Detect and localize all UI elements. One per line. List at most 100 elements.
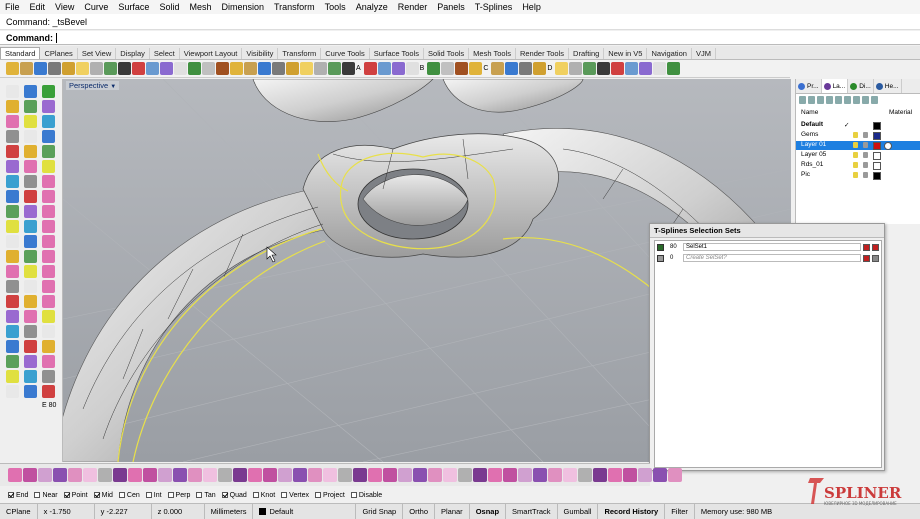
move-to-parent-icon[interactable] (844, 96, 851, 104)
tspline-tool-15-icon[interactable] (233, 468, 247, 482)
tspline-tool-23-icon[interactable] (353, 468, 367, 482)
text-icon[interactable] (6, 310, 19, 323)
dimension-icon[interactable] (42, 160, 55, 173)
status-toggle-gumball[interactable]: Gumball (558, 504, 599, 519)
osnap-cen[interactable]: Cen (118, 492, 140, 499)
tab-transform[interactable]: Transform (278, 48, 322, 59)
menu-curve[interactable]: Curve (79, 2, 113, 12)
status-toggle-planar[interactable]: Planar (435, 504, 470, 519)
tspline-tool-35-icon[interactable] (533, 468, 547, 482)
polyline-icon[interactable] (42, 85, 55, 98)
ellipse-icon[interactable] (6, 385, 19, 398)
open-file-icon[interactable] (20, 62, 33, 75)
new-file-icon[interactable] (6, 62, 19, 75)
osnap-checkbox[interactable] (34, 492, 41, 498)
tspline-tool-32-icon[interactable] (488, 468, 502, 482)
menu-edit[interactable]: Edit (25, 2, 51, 12)
ellipse-icon[interactable] (6, 295, 19, 308)
tspline-tool-39-icon[interactable] (593, 468, 607, 482)
osnap-quad[interactable]: Quad (221, 492, 247, 499)
osnap-disable[interactable]: Disable (350, 492, 382, 499)
toolbar-tool-26-icon[interactable] (377, 62, 391, 75)
boolean-icon[interactable] (42, 145, 55, 158)
line-icon[interactable] (24, 175, 37, 188)
layer-row[interactable]: Layer 01 (796, 141, 920, 150)
line-icon[interactable] (24, 265, 37, 278)
box-icon[interactable] (6, 145, 19, 158)
tspline-tool-43-icon[interactable] (653, 468, 667, 482)
osnap-checkbox[interactable] (63, 492, 70, 498)
layer-color-swatch[interactable] (873, 132, 881, 140)
tspline-tool-14-icon[interactable] (218, 468, 232, 482)
zoom-selected-icon[interactable] (202, 62, 215, 75)
tspline-tool-20-icon[interactable] (308, 468, 322, 482)
copy-icon[interactable] (90, 62, 103, 75)
layer-color-swatch[interactable] (873, 162, 881, 170)
lock-icon[interactable] (863, 152, 868, 158)
polygon-icon[interactable] (42, 115, 55, 128)
layer-row[interactable]: Pic (796, 171, 920, 180)
select-set-button-icon[interactable] (863, 244, 870, 251)
osnap-perp[interactable]: Perp (167, 492, 190, 499)
selection-set-row[interactable]: 0 Create SelSet? (655, 254, 881, 264)
selection-set-checkbox[interactable] (657, 255, 664, 262)
polygon-icon[interactable] (42, 295, 55, 308)
viewport-menu-arrow-icon[interactable]: ▼ (110, 84, 116, 90)
box-icon[interactable] (6, 235, 19, 248)
toolbar-tool-25-icon[interactable] (363, 62, 377, 75)
toolbar-tool-29-icon[interactable] (427, 62, 441, 75)
osnap-checkbox[interactable] (167, 492, 174, 498)
circle-icon[interactable] (24, 100, 37, 113)
menu-t-splines[interactable]: T-Splines (470, 2, 518, 12)
toolbar-tool-37-icon[interactable] (555, 62, 569, 75)
menu-dimension[interactable]: Dimension (216, 2, 269, 12)
curve-icon[interactable] (6, 100, 19, 113)
osnap-knot[interactable]: Knot (252, 492, 275, 499)
rectangle-icon[interactable] (24, 295, 37, 308)
tab-surface-tools[interactable]: Surface Tools (370, 48, 425, 59)
tab-vjm[interactable]: VJM (692, 48, 716, 59)
tspline-tool-16-icon[interactable] (248, 468, 262, 482)
move-down-icon[interactable] (835, 96, 842, 104)
pan-icon[interactable] (132, 62, 145, 75)
select-set-button-icon[interactable] (863, 255, 870, 262)
toolbar-tool-42-icon[interactable] (625, 62, 639, 75)
tab-set-view[interactable]: Set View (78, 48, 117, 59)
tspline-tool-17-icon[interactable] (263, 468, 277, 482)
toolbar-tool-39-icon[interactable] (583, 62, 597, 75)
lock-icon[interactable] (863, 132, 868, 138)
tspline-tool-13-icon[interactable] (203, 468, 217, 482)
dimension-icon[interactable] (42, 340, 55, 353)
boolean-icon[interactable] (42, 235, 55, 248)
osnap-vertex[interactable]: Vertex (281, 492, 309, 499)
extrude-icon[interactable] (42, 310, 55, 323)
toolbar-tool-20-icon[interactable] (286, 62, 299, 75)
tspline-tool-37-icon[interactable] (563, 468, 577, 482)
point-icon[interactable] (6, 265, 19, 278)
toolbar-tool-27-icon[interactable] (391, 62, 405, 75)
selection-set-checkbox[interactable] (657, 244, 664, 251)
osnap-project[interactable]: Project (315, 492, 345, 499)
fillet-icon[interactable] (6, 250, 19, 263)
toolbar-tool-24-icon[interactable] (342, 62, 355, 75)
tspline-tool-41-icon[interactable] (623, 468, 637, 482)
point-icon[interactable] (6, 85, 19, 98)
tspline-tool-3-icon[interactable] (53, 468, 67, 482)
toolbar-tool-36-icon[interactable] (533, 62, 547, 75)
tab-navigation[interactable]: Navigation (647, 48, 692, 59)
toolbar-tool-35-icon[interactable] (519, 62, 533, 75)
osnap-near[interactable]: Near (34, 492, 58, 499)
layer-row[interactable]: Gems (796, 131, 920, 140)
layer-name-header[interactable]: Name (801, 109, 818, 116)
tspline-tool-25-icon[interactable] (383, 468, 397, 482)
arc-icon[interactable] (42, 280, 55, 293)
layer-material-header[interactable]: Material (889, 109, 912, 116)
osnap-checkbox[interactable] (93, 492, 100, 498)
arc-icon[interactable] (42, 370, 55, 383)
tab-mesh-tools[interactable]: Mesh Tools (469, 48, 516, 59)
tspline-tool-7-icon[interactable] (113, 468, 127, 482)
toolbar-tool-31-icon[interactable] (455, 62, 469, 75)
lightbulb-icon[interactable] (853, 142, 858, 148)
move-icon[interactable] (272, 62, 285, 75)
ellipse-icon[interactable] (6, 205, 19, 218)
